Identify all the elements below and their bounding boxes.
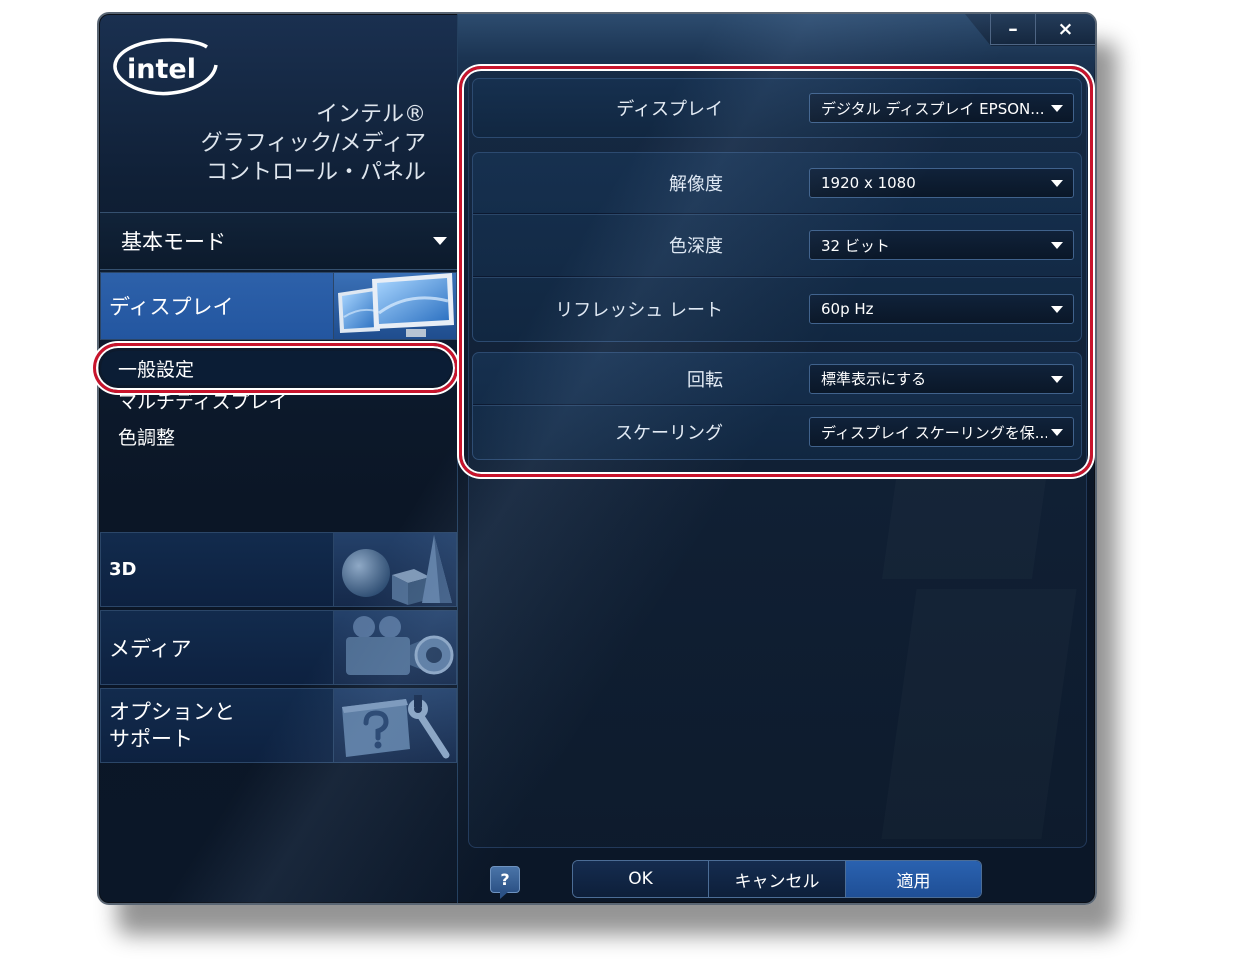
display-group: ディスプレイ デジタル ディスプレイ EPSON... <box>472 78 1082 138</box>
sidebar-item-label: オプションと サポート <box>101 689 333 762</box>
chevron-down-icon <box>1051 105 1063 112</box>
sidebar-item-3d[interactable]: 3D <box>100 532 457 607</box>
display-select-value: デジタル ディスプレイ EPSON... <box>821 99 1045 118</box>
setting-row-color-depth: 色深度 32 ビット <box>473 214 1081 277</box>
help-wrench-icon <box>333 689 456 762</box>
intel-logo: intel <box>112 35 218 97</box>
scaling-select-value: ディスプレイ スケーリングを保... <box>821 423 1047 442</box>
rotation-select[interactable]: 標準表示にする <box>809 363 1074 394</box>
sidebar-subitem-multi-display[interactable]: マルチディスプレイ <box>118 391 288 413</box>
close-button[interactable]: × <box>1035 14 1095 45</box>
sidebar-subitem-label: 一般設定 <box>118 358 195 381</box>
scaling-select[interactable]: ディスプレイ スケーリングを保... <box>809 417 1074 447</box>
sidebar-item-label: 3D <box>101 533 333 606</box>
help-button[interactable]: ? <box>490 866 520 899</box>
mode-selector-label: 基本モード <box>121 230 226 254</box>
setting-label: 回転 <box>687 369 723 391</box>
color-depth-select-value: 32 ビット <box>821 236 890 255</box>
ok-button[interactable]: OK <box>573 861 709 897</box>
mode-selector[interactable]: 基本モード <box>100 212 457 270</box>
monitors-icon <box>333 273 456 339</box>
panel-divider <box>457 14 458 903</box>
sidebar-item-media[interactable]: メディア <box>100 610 457 685</box>
settings-panel: ディスプレイ デジタル ディスプレイ EPSON... 解像度 1920 x 1… <box>468 68 1087 848</box>
chevron-down-icon <box>1051 306 1063 313</box>
cancel-button[interactable]: キャンセル <box>709 861 846 897</box>
setting-row-scaling: スケーリング ディスプレイ スケーリングを保... <box>473 405 1081 459</box>
chevron-down-icon <box>1051 180 1063 187</box>
sidebar-item-label-line: オプションと <box>109 699 235 724</box>
dialog-buttons: OK キャンセル 適用 <box>572 860 982 898</box>
minimize-button[interactable]: – <box>990 14 1035 45</box>
setting-label: 解像度 <box>669 174 723 195</box>
video-camera-icon <box>333 611 456 684</box>
sidebar-subitem-general[interactable]: 一般設定 <box>101 351 451 385</box>
setting-label: 色深度 <box>669 236 723 257</box>
sidebar-item-label: メディア <box>101 611 333 684</box>
sidebar-item-options-support[interactable]: オプションと サポート <box>100 688 457 763</box>
setting-label: リフレッシュ レート <box>555 300 723 321</box>
help-bubble-tail <box>500 892 508 899</box>
chevron-down-icon <box>1051 242 1063 249</box>
chevron-down-icon <box>1051 375 1063 383</box>
setting-label: スケーリング <box>615 423 723 444</box>
sidebar-subitem-color[interactable]: 色調整 <box>118 427 175 449</box>
display-select[interactable]: デジタル ディスプレイ EPSON... <box>809 93 1074 123</box>
sidebar-item-label-line: サポート <box>109 726 193 751</box>
setting-row-resolution: 解像度 1920 x 1080 <box>473 153 1081 214</box>
app-title: インテル® グラフィック/メディア コントロール・パネル <box>99 100 426 187</box>
refresh-rate-select-value: 60p Hz <box>821 300 874 318</box>
apply-button[interactable]: 適用 <box>846 861 981 897</box>
resolution-select[interactable]: 1920 x 1080 <box>809 168 1074 198</box>
setting-label: ディスプレイ <box>616 99 723 120</box>
resolution-group: 解像度 1920 x 1080 色深度 32 ビット リフレッシュ レート 60… <box>472 152 1082 342</box>
app-title-line: インテル® <box>315 102 426 127</box>
color-depth-select[interactable]: 32 ビット <box>809 230 1074 260</box>
intel-logo-text: intel <box>127 54 196 85</box>
panel-decoration <box>882 479 1046 579</box>
chevron-down-icon <box>433 237 447 245</box>
setting-row-display: ディスプレイ デジタル ディスプレイ EPSON... <box>473 79 1081 137</box>
refresh-rate-select[interactable]: 60p Hz <box>809 294 1074 324</box>
chevron-down-icon <box>1051 429 1063 436</box>
app-title-line: コントロール・パネル <box>205 160 426 185</box>
sidebar-item-display[interactable]: ディスプレイ <box>100 272 457 340</box>
setting-row-refresh-rate: リフレッシュ レート 60p Hz <box>473 277 1081 341</box>
control-panel-window: – × intel インテル® グラフィック/メディア コントロール・パネル 基… <box>97 12 1097 905</box>
3d-shapes-icon <box>333 533 456 606</box>
help-icon: ? <box>500 870 510 889</box>
sidebar-item-label: ディスプレイ <box>101 273 333 339</box>
panel-decoration <box>881 589 1076 839</box>
app-title-line: グラフィック/メディア <box>200 131 426 156</box>
rotation-select-value: 標準表示にする <box>821 370 927 388</box>
rotation-scaling-group: 回転 標準表示にする スケーリング ディスプレイ スケーリングを保... <box>472 352 1082 460</box>
resolution-select-value: 1920 x 1080 <box>821 174 916 192</box>
setting-row-rotation: 回転 標準表示にする <box>473 353 1081 405</box>
